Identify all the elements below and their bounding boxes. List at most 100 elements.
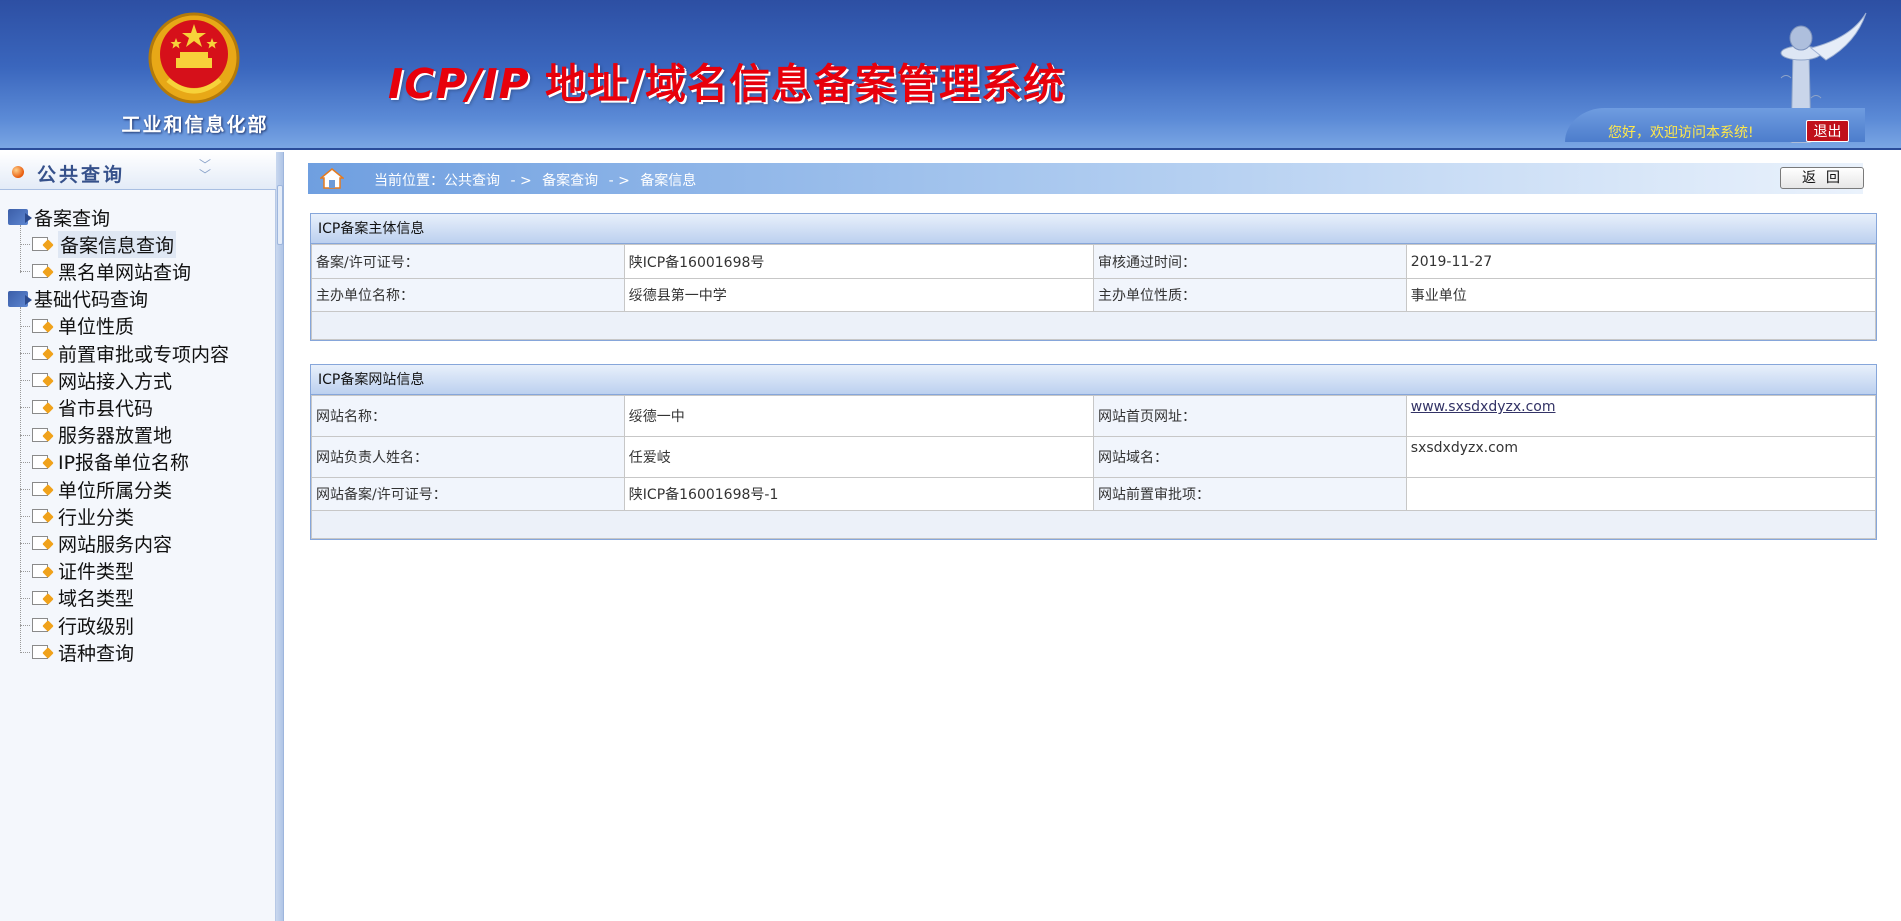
sidebar-header: 公共查询 ﹀ ﹀ [0,152,276,190]
double-chevron-down-icon[interactable]: ﹀ ﹀ [195,159,215,181]
breadcrumb-path: 当前位置：公共查询 - > 备案查询 - > 备案信息 [374,170,702,190]
page-arrow-icon [32,427,48,442]
tree-connector [20,380,30,382]
tree-connector [20,461,30,463]
field-label: 备案/许可证号： [311,244,625,279]
table-footer-row [311,311,1876,340]
back-button[interactable]: 返回 [1780,167,1864,189]
tree-item-label: 域名类型 [58,588,135,611]
tree-item-label: 单位所属分类 [58,479,173,502]
tree-item[interactable]: 黑名单网站查询 [32,258,191,284]
system-title-latin: ICP/IP [388,60,530,108]
field-label-text: 网站备案/许可证号： [316,487,447,503]
field-label-text: 网站首页网址： [1097,409,1196,425]
logout-button[interactable]: 退出 [1806,120,1849,142]
page-arrow-icon [32,618,48,632]
subject-info-table: 备案/许可证号： 陕ICP备16001698号 审核通过时间： 2019-11-27 主… [311,244,1877,340]
page-arrow-icon [32,454,48,469]
field-value-text: sxsdxdyzx.com [1410,440,1518,456]
field-label-text: 网站域名： [1097,450,1168,466]
field-label-text: 审核通过时间： [1097,254,1196,271]
sidebar-title: 公共查询 [37,164,126,186]
breadcrumb: 当前位置：公共查询 - > 备案查询 - > 备案信息 [308,163,1863,194]
tree-group-1[interactable]: 基础代码查询 [8,286,148,312]
field-value: 任爱岐 [623,436,1094,478]
tree-connector [20,434,30,436]
page-arrow-icon [32,373,48,388]
splitter-handle[interactable] [277,185,283,245]
tree-item[interactable]: IP报备单位名称 [32,449,189,475]
panel-title: ICP备案网站信息 [311,365,1876,395]
icp-website-panel: ICP备案网站信息 网站名称： 绥德一中 网站首页网址： www.sxsdxdyzx.… [310,364,1877,540]
tree-item[interactable]: 网站服务内容 [32,530,172,556]
tree-group-label: 基础代码查询 [34,289,149,312]
field-label: 网站域名： [1092,436,1407,478]
tree-item[interactable]: 前置审批或专项内容 [32,340,229,366]
welcome-text: 您好，欢迎访问本系统! [1608,125,1754,141]
tree-item[interactable]: 证件类型 [32,558,134,584]
field-label: 主办单位名称： [311,278,625,312]
tree-item[interactable]: 网站接入方式 [32,367,172,393]
tree-item-label: IP报备单位名称 [58,452,190,475]
page-arrow-icon [32,645,48,660]
field-value: 绥德县第一中学 [623,278,1094,312]
folder-icon [8,290,32,307]
tree-item-label: 行政级别 [58,615,135,638]
tree-item[interactable]: 域名类型 [32,585,134,611]
tree-connector [20,244,30,246]
tree-group-0[interactable]: 备案查询 [8,204,110,230]
home-icon[interactable] [320,167,344,189]
field-label-text: 网站前置审批项： [1097,487,1210,503]
panel-title: ICP备案主体信息 [311,214,1876,244]
field-value: 陕ICP备16001698号-1 [623,477,1094,511]
field-label: 网站负责人姓名： [311,436,625,478]
tree-item[interactable]: 单位性质 [32,313,134,339]
field-label: 网站名称： [311,395,625,437]
tree-item-label: 证件类型 [58,561,135,584]
tree-item[interactable]: 行业分类 [32,503,134,529]
website-info-table: 网站名称： 绥德一中 网站首页网址： www.sxsdxdyzx.com 网站负责人姓名… [311,395,1877,539]
field-label: 网站备案/许可证号： [311,477,625,511]
field-label: 网站首页网址： [1092,395,1407,437]
tree-connector [20,597,30,599]
breadcrumb-link-record-query[interactable]: 备案查询 [542,173,598,189]
system-title-chinese: 地址/域名信息备案管理系统 [544,60,1065,108]
tree-item-label: 前置审批或专项内容 [58,343,230,366]
page-arrow-icon [32,318,48,333]
page-arrow-icon [32,400,48,415]
table-row: 备案/许可证号： 陕ICP备16001698号 审核通过时间： 2019-11-27 [311,244,1877,279]
tree-connector [20,625,30,626]
field-value: www.sxsdxdyzx.com [1405,395,1877,437]
field-label: 审核通过时间： [1092,244,1407,279]
tree-group-label: 备案查询 [34,207,111,230]
table-footer-row [311,510,1876,539]
breadcrumb-separator: - > [608,173,630,189]
tree-item[interactable]: 服务器放置地 [32,422,172,448]
table-row: 网站备案/许可证号： 陕ICP备16001698号-1 网站前置审批项： [311,477,1877,511]
sidebar-splitter[interactable] [276,152,284,921]
field-value: 绥德一中 [623,395,1094,437]
field-label: 网站前置审批项： [1092,477,1407,511]
tree-item-label: 网站服务内容 [58,533,173,556]
tree-item-label: 黑名单网站查询 [58,261,192,284]
tree-connector [20,543,30,545]
tree-connector [20,516,30,518]
field-value-text: 陕ICP备16001698号 [628,254,765,271]
website-homepage-link[interactable]: www.sxsdxdyzx.com [1411,399,1556,415]
field-value-text: 事业单位 [1410,288,1467,304]
tree-item[interactable]: 省市县代码 [32,394,153,420]
tree-item-label: 行业分类 [58,506,135,529]
tree-item[interactable]: 备案信息查询 [32,230,177,258]
page-arrow-icon [32,346,48,360]
page-arrow-icon [32,264,48,279]
field-value-text: 陕ICP备16001698号-1 [628,487,779,503]
tree-item[interactable]: 单位所属分类 [32,476,172,502]
system-title: ICP/IP 地址/域名信息备案管理系统 [388,50,1065,110]
field-label-text: 主办单位名称： [316,288,414,304]
icp-subject-panel: ICP备案主体信息 备案/许可证号： 陕ICP备16001698号 审核通过时间： 2… [310,213,1877,341]
page-arrow-icon [32,563,48,578]
ministry-name: 工业和信息化部 [121,114,269,136]
tree-item[interactable]: 语种查询 [32,639,134,665]
field-value: 陕ICP备16001698号 [623,244,1094,279]
tree-item[interactable]: 行政级别 [32,612,134,638]
